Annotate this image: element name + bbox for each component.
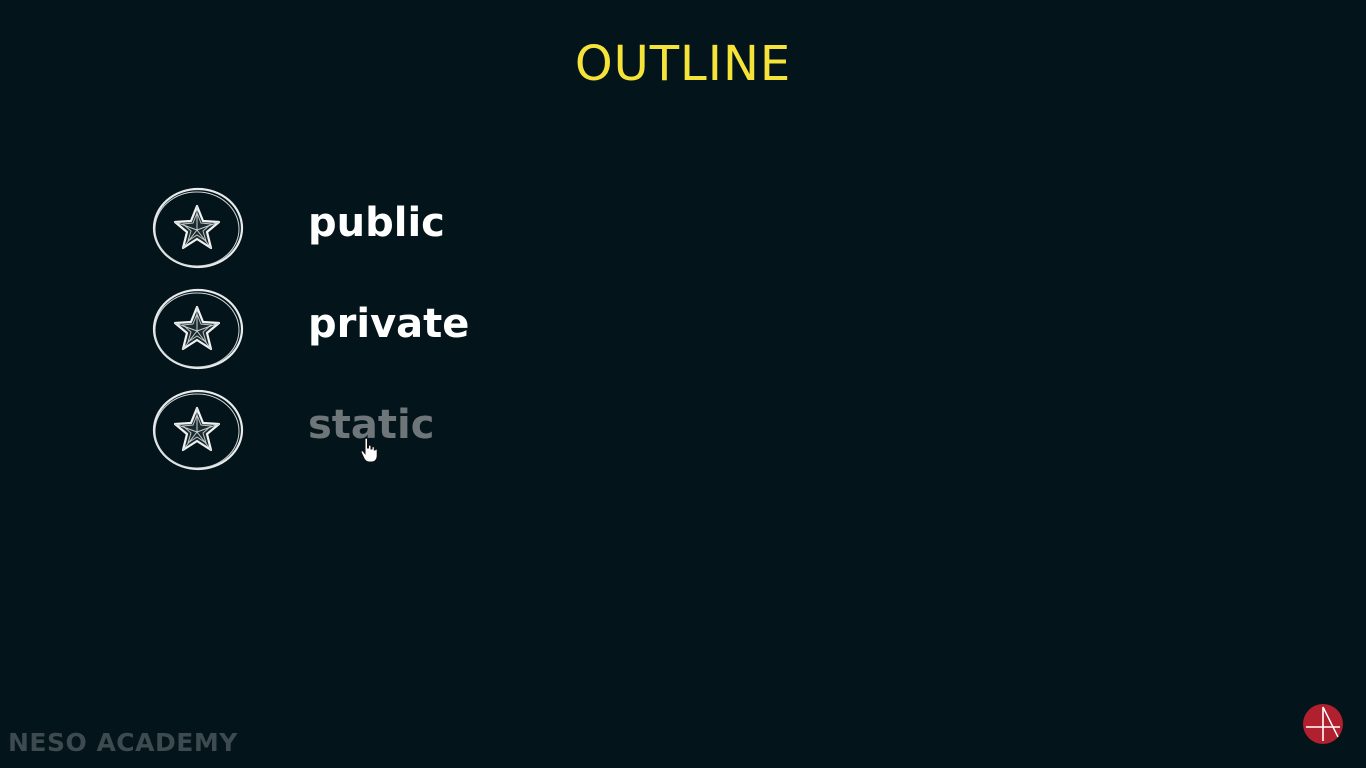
slide: OUTLINE public private static NESO ACADE… [0,0,1366,768]
star-badge-icon [152,288,244,370]
neso-logo-icon [1303,704,1343,744]
outline-item-label: private [308,301,470,347]
hand-cursor-icon [360,437,378,463]
star-badge-icon [152,187,244,269]
outline-item-static: static [150,388,434,472]
outline-item-label: public [308,200,445,246]
outline-item-private: private [150,287,469,371]
star-badge-icon [152,389,244,471]
outline-item-public: public [150,186,445,270]
slide-title: OUTLINE [574,36,792,92]
watermark-text: NESO ACADEMY [8,728,238,757]
